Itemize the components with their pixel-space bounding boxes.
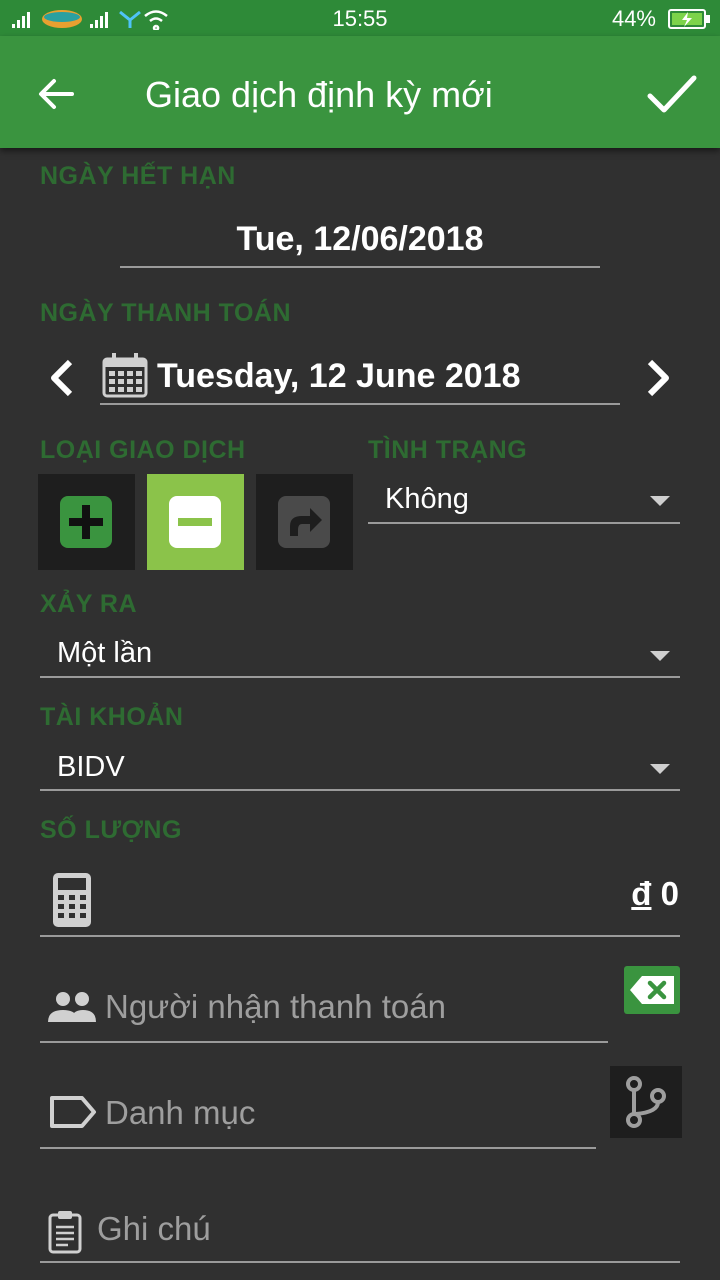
payment-date-underline bbox=[100, 403, 620, 405]
minus-icon bbox=[169, 496, 221, 548]
account-dropdown-value[interactable]: BIDV bbox=[57, 751, 125, 784]
status-label: TÌNH TRẠNG bbox=[368, 436, 528, 464]
clear-backspace-icon[interactable] bbox=[624, 966, 680, 1014]
check-icon[interactable] bbox=[646, 72, 698, 116]
split-category-button[interactable] bbox=[610, 1066, 682, 1138]
expense-type-button[interactable] bbox=[147, 474, 244, 570]
split-icon bbox=[626, 1076, 666, 1128]
occurrence-label: XẢY RA bbox=[40, 590, 138, 618]
note-input[interactable]: Ghi chú bbox=[97, 1210, 211, 1248]
amount-value: 0 bbox=[660, 875, 679, 912]
currency-symbol: đ bbox=[631, 875, 652, 912]
expiry-date-field[interactable]: Tue, 12/06/2018 bbox=[120, 220, 600, 259]
people-icon bbox=[48, 992, 96, 1022]
occurrence-dropdown-arrow-icon[interactable] bbox=[650, 651, 670, 661]
income-type-button[interactable] bbox=[38, 474, 135, 570]
clipboard-icon bbox=[48, 1211, 82, 1254]
calendar-icon[interactable] bbox=[102, 352, 148, 398]
account-underline bbox=[40, 789, 680, 791]
page-title: Giao dịch định kỳ mới bbox=[145, 74, 493, 115]
payment-date-label: NGÀY THANH TOÁN bbox=[40, 299, 292, 327]
chevron-right-icon[interactable] bbox=[640, 358, 676, 398]
category-underline bbox=[40, 1147, 596, 1149]
account-dropdown-arrow-icon[interactable] bbox=[650, 764, 670, 774]
payee-input[interactable]: Người nhận thanh toán bbox=[105, 988, 446, 1026]
payment-date-field[interactable]: Tuesday, 12 June 2018 bbox=[157, 357, 521, 396]
expiry-label: NGÀY HẾT HẠN bbox=[40, 162, 236, 190]
occurrence-dropdown-value[interactable]: Một lần bbox=[57, 637, 152, 670]
battery-icon bbox=[668, 9, 710, 29]
amount-display[interactable]: đ 0 bbox=[560, 875, 679, 913]
category-input[interactable]: Danh mục bbox=[105, 1094, 255, 1132]
calculator-icon[interactable] bbox=[52, 872, 92, 928]
status-underline bbox=[368, 522, 680, 524]
status-dropdown-value[interactable]: Không bbox=[385, 483, 469, 516]
transaction-type-label: LOẠI GIAO DỊCH bbox=[40, 436, 246, 464]
status-bar: 15:55 44% bbox=[0, 0, 720, 36]
chevron-left-icon[interactable] bbox=[44, 358, 80, 398]
amount-underline bbox=[40, 935, 680, 937]
status-dropdown-arrow-icon[interactable] bbox=[650, 496, 670, 506]
app-bar: Giao dịch định kỳ mới bbox=[0, 36, 720, 148]
occurrence-underline bbox=[40, 676, 680, 678]
payee-underline bbox=[40, 1041, 608, 1043]
note-underline bbox=[40, 1261, 680, 1263]
forward-icon bbox=[278, 496, 330, 548]
battery-percent: 44% bbox=[611, 6, 656, 31]
expiry-underline bbox=[120, 266, 600, 268]
account-label: TÀI KHOẢN bbox=[40, 703, 184, 731]
transfer-type-button[interactable] bbox=[256, 474, 353, 570]
arrow-left-icon[interactable] bbox=[36, 74, 76, 114]
label-tag-icon bbox=[50, 1096, 96, 1128]
amount-label: SỐ LƯỢNG bbox=[40, 816, 182, 844]
plus-icon bbox=[60, 496, 112, 548]
